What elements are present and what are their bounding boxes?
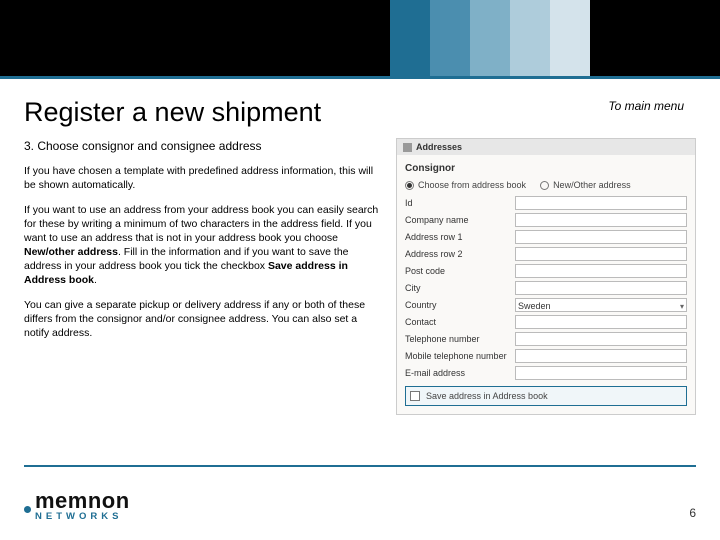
label-contact: Contact: [405, 317, 515, 327]
step-heading: 3. Choose consignor and consignee addres…: [24, 138, 384, 154]
label-country: Country: [405, 300, 515, 310]
label-city: City: [405, 283, 515, 293]
brand-subtitle: NETWORKS: [35, 511, 130, 522]
input-company[interactable]: [515, 213, 687, 227]
checkbox-icon: [410, 391, 420, 401]
paragraph-1: If you have chosen a template with prede…: [24, 164, 384, 192]
main-menu-link[interactable]: To main menu: [608, 97, 684, 113]
input-postcode[interactable]: [515, 264, 687, 278]
address-form-screenshot: Addresses Consignor Choose from address …: [396, 138, 696, 415]
input-contact[interactable]: [515, 315, 687, 329]
input-addr2[interactable]: [515, 247, 687, 261]
input-city[interactable]: [515, 281, 687, 295]
label-addr1: Address row 1: [405, 232, 515, 242]
radio-new-address[interactable]: New/Other address: [540, 180, 631, 190]
paragraph-2: If you want to use an address from your …: [24, 203, 384, 288]
input-tel[interactable]: [515, 332, 687, 346]
panel-header: Addresses: [397, 139, 695, 155]
select-country[interactable]: Sweden▾: [515, 298, 687, 312]
input-mobile[interactable]: [515, 349, 687, 363]
collapse-icon: [403, 143, 412, 152]
radio-address-book[interactable]: Choose from address book: [405, 180, 526, 190]
label-id: Id: [405, 198, 515, 208]
brand-stripes: [390, 0, 590, 76]
top-banner: [0, 0, 720, 76]
brand-footer: memnon NETWORKS: [24, 488, 130, 522]
label-mobile: Mobile telephone number: [405, 351, 515, 361]
input-id[interactable]: [515, 196, 687, 210]
page-number: 6: [689, 506, 696, 520]
input-email[interactable]: [515, 366, 687, 380]
brand-dot-icon: [24, 506, 31, 513]
save-address-checkbox-row[interactable]: Save address in Address book: [405, 386, 687, 406]
footer-divider: [24, 465, 696, 467]
label-postcode: Post code: [405, 266, 515, 276]
label-tel: Telephone number: [405, 334, 515, 344]
section-consignor: Consignor: [405, 163, 687, 174]
instructions-column: 3. Choose consignor and consignee addres…: [24, 138, 384, 415]
paragraph-3: You can give a separate pickup or delive…: [24, 298, 384, 341]
page-title: Register a new shipment: [24, 97, 321, 128]
chevron-down-icon: ▾: [680, 300, 684, 314]
input-addr1[interactable]: [515, 230, 687, 244]
label-company: Company name: [405, 215, 515, 225]
label-addr2: Address row 2: [405, 249, 515, 259]
label-email: E-mail address: [405, 368, 515, 378]
